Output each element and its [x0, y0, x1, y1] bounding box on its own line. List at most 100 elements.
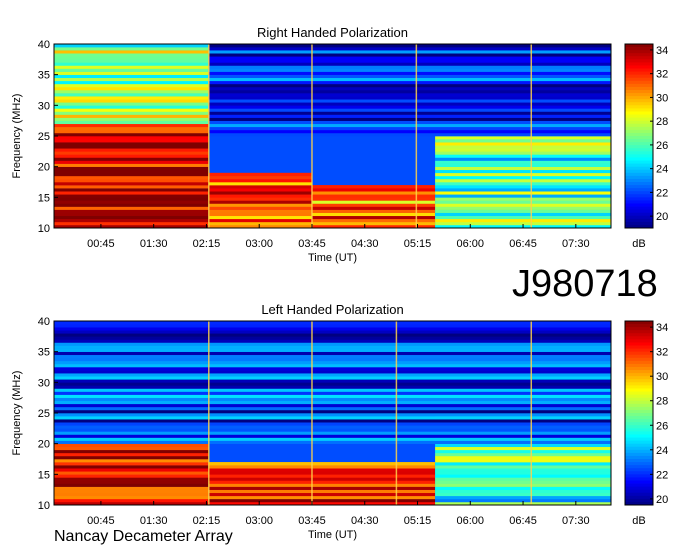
colorbar-segment	[625, 382, 653, 386]
intensity-band	[54, 483, 209, 487]
intensity-band	[54, 120, 209, 125]
intensity-band	[54, 455, 209, 460]
colorbar-segment	[625, 166, 653, 171]
intensity-band	[435, 203, 611, 207]
intensity-band	[54, 434, 611, 438]
intensity-band	[435, 474, 611, 478]
colorbar-segment	[625, 151, 653, 155]
colorbar-segment	[625, 376, 653, 380]
intensity-band	[54, 477, 209, 481]
intensity-band	[54, 428, 611, 432]
intensity-band	[435, 215, 611, 220]
x-tick-label: 06:00	[457, 515, 485, 527]
intensity-band	[208, 62, 612, 66]
colorbar-unit-label: dB	[632, 238, 645, 250]
intensity-band	[54, 440, 611, 444]
intensity-band	[54, 188, 209, 192]
colorbar-segment	[625, 132, 653, 137]
intensity-band	[54, 443, 209, 448]
intensity-band	[435, 148, 611, 152]
intensity-band	[208, 123, 612, 128]
intensity-band	[54, 175, 209, 180]
colorbar-segment	[625, 145, 653, 149]
colorbar-segment	[625, 197, 653, 201]
colorbar-segment	[625, 71, 653, 76]
colorbar-segment	[625, 327, 653, 331]
colorbar-segment	[625, 194, 653, 198]
colorbar-segment	[625, 477, 653, 481]
colorbar-segment	[625, 221, 653, 226]
intensity-band	[54, 324, 611, 328]
intensity-band	[54, 385, 611, 389]
intensity-band	[208, 96, 612, 100]
x-tick-label: 03:45	[298, 515, 326, 527]
colorbar-segment	[625, 215, 653, 220]
intensity-band	[435, 477, 611, 481]
colorbar-tick-label: 26	[656, 420, 668, 432]
intensity-band	[54, 200, 209, 204]
colorbar-segment	[625, 489, 653, 494]
intensity-band	[208, 218, 312, 223]
intensity-band	[54, 163, 209, 167]
intensity-band	[54, 132, 209, 137]
intensity-band	[54, 108, 209, 112]
colorbar-segment	[625, 348, 653, 353]
intensity-band	[435, 166, 611, 171]
intensity-band	[54, 486, 209, 490]
colorbar-segment	[625, 400, 653, 405]
colorbar-segment	[625, 203, 653, 207]
intensity-band	[435, 157, 611, 161]
intensity-band	[208, 114, 612, 118]
intensity-band	[54, 480, 209, 484]
intensity-band	[435, 182, 611, 186]
colorbar-segment	[625, 385, 653, 389]
colorbar-segment	[625, 90, 653, 94]
colorbar-segment	[625, 394, 653, 399]
intensity-band	[435, 175, 611, 180]
intensity-band	[208, 132, 612, 137]
colorbar-tick-label: 30	[656, 92, 668, 104]
x-tick-label: 03:00	[245, 515, 273, 527]
intensity-band	[435, 446, 611, 451]
colorbar-segment	[625, 465, 653, 469]
x-tick-label: 07:30	[562, 515, 590, 527]
intensity-band	[54, 342, 611, 346]
intensity-band	[54, 437, 611, 441]
intensity-band	[54, 339, 611, 343]
x-tick-label: 00:45	[87, 238, 115, 250]
intensity-band	[208, 59, 612, 63]
colorbar-tick-label: 30	[656, 371, 668, 383]
colorbar-tick-label: 28	[656, 396, 668, 408]
colorbar-segment	[625, 403, 653, 408]
colorbar-segment	[625, 416, 653, 420]
colorbar-segment	[625, 486, 653, 491]
colorbar-segment	[625, 191, 653, 195]
panel-title: Right Handed Polarization	[257, 25, 408, 40]
intensity-band	[208, 80, 612, 85]
intensity-band	[54, 212, 209, 217]
colorbar-segment	[625, 333, 653, 337]
colorbar-segment	[625, 53, 653, 57]
intensity-band	[54, 330, 611, 334]
intensity-band	[435, 455, 611, 460]
colorbar-segment	[625, 185, 653, 189]
colorbar-segment	[625, 422, 653, 426]
intensity-band	[54, 351, 611, 356]
intensity-band	[208, 105, 612, 109]
intensity-band	[435, 188, 611, 192]
y-tick-label: 20	[38, 162, 50, 174]
intensity-band	[208, 90, 612, 94]
x-tick-label: 04:30	[351, 238, 379, 250]
intensity-band	[54, 348, 611, 352]
intensity-band	[435, 151, 611, 155]
intensity-band	[208, 182, 312, 186]
y-tick-label: 10	[38, 223, 50, 235]
intensity-band	[208, 495, 436, 500]
x-tick-label: 01:30	[140, 515, 168, 527]
intensity-band	[54, 498, 209, 503]
intensity-band	[54, 400, 611, 405]
intensity-band	[208, 215, 312, 220]
colorbar-segment	[625, 449, 653, 454]
intensity-band	[435, 492, 611, 497]
intensity-band	[54, 336, 611, 340]
